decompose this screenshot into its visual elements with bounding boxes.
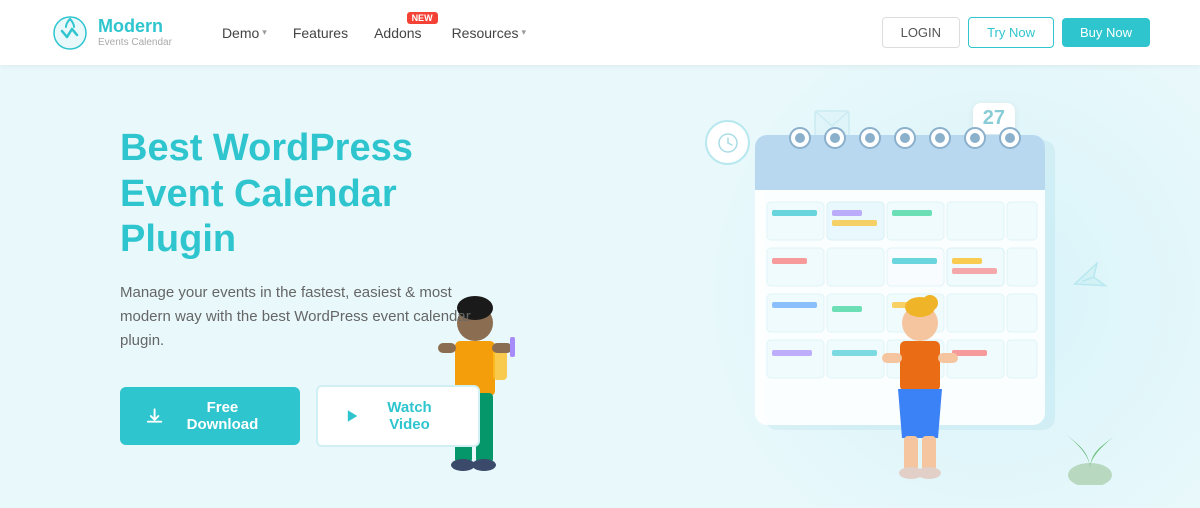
hero-content: Best WordPress Event Calendar Plugin Man…	[0, 126, 480, 447]
play-icon	[344, 408, 359, 424]
nav-right: LOGIN Try Now Buy Now	[882, 17, 1150, 48]
plant-decoration	[1050, 395, 1130, 498]
clock-decoration	[705, 120, 750, 165]
nav-links: Demo ▾ Features Addons New Resources ▾	[212, 0, 882, 65]
buy-now-button[interactable]: Buy Now	[1062, 18, 1150, 47]
logo-icon	[50, 13, 90, 53]
brand-sub: Events Calendar	[98, 37, 172, 48]
login-button[interactable]: LOGIN	[882, 17, 960, 48]
nav-resources[interactable]: Resources ▾	[442, 0, 536, 65]
hero-section: 27	[0, 65, 1200, 508]
nav-addons[interactable]: Addons New	[364, 0, 435, 65]
chevron-icon: ▾	[262, 27, 267, 38]
free-download-button[interactable]: Free Download	[120, 387, 300, 445]
new-badge: New	[407, 12, 438, 24]
person-right-illustration	[880, 293, 970, 493]
download-icon	[146, 407, 163, 425]
hero-subtitle: Manage your events in the fastest, easie…	[120, 281, 480, 353]
nav-demo[interactable]: Demo ▾	[212, 0, 277, 65]
try-now-button[interactable]: Try Now	[968, 17, 1054, 48]
hero-buttons: Free Download Watch Video	[120, 385, 480, 447]
brand-name: Modern	[98, 17, 172, 37]
nav-features[interactable]: Features	[283, 0, 358, 65]
hero-title: Best WordPress Event Calendar Plugin	[120, 126, 480, 263]
chevron-icon: ▾	[521, 27, 526, 38]
logo[interactable]: Modern Events Calendar	[50, 13, 172, 53]
logo-text: Modern Events Calendar	[98, 17, 172, 48]
navbar: Modern Events Calendar Demo ▾ Features A…	[0, 0, 1200, 65]
watch-video-button[interactable]: Watch Video	[316, 385, 480, 447]
